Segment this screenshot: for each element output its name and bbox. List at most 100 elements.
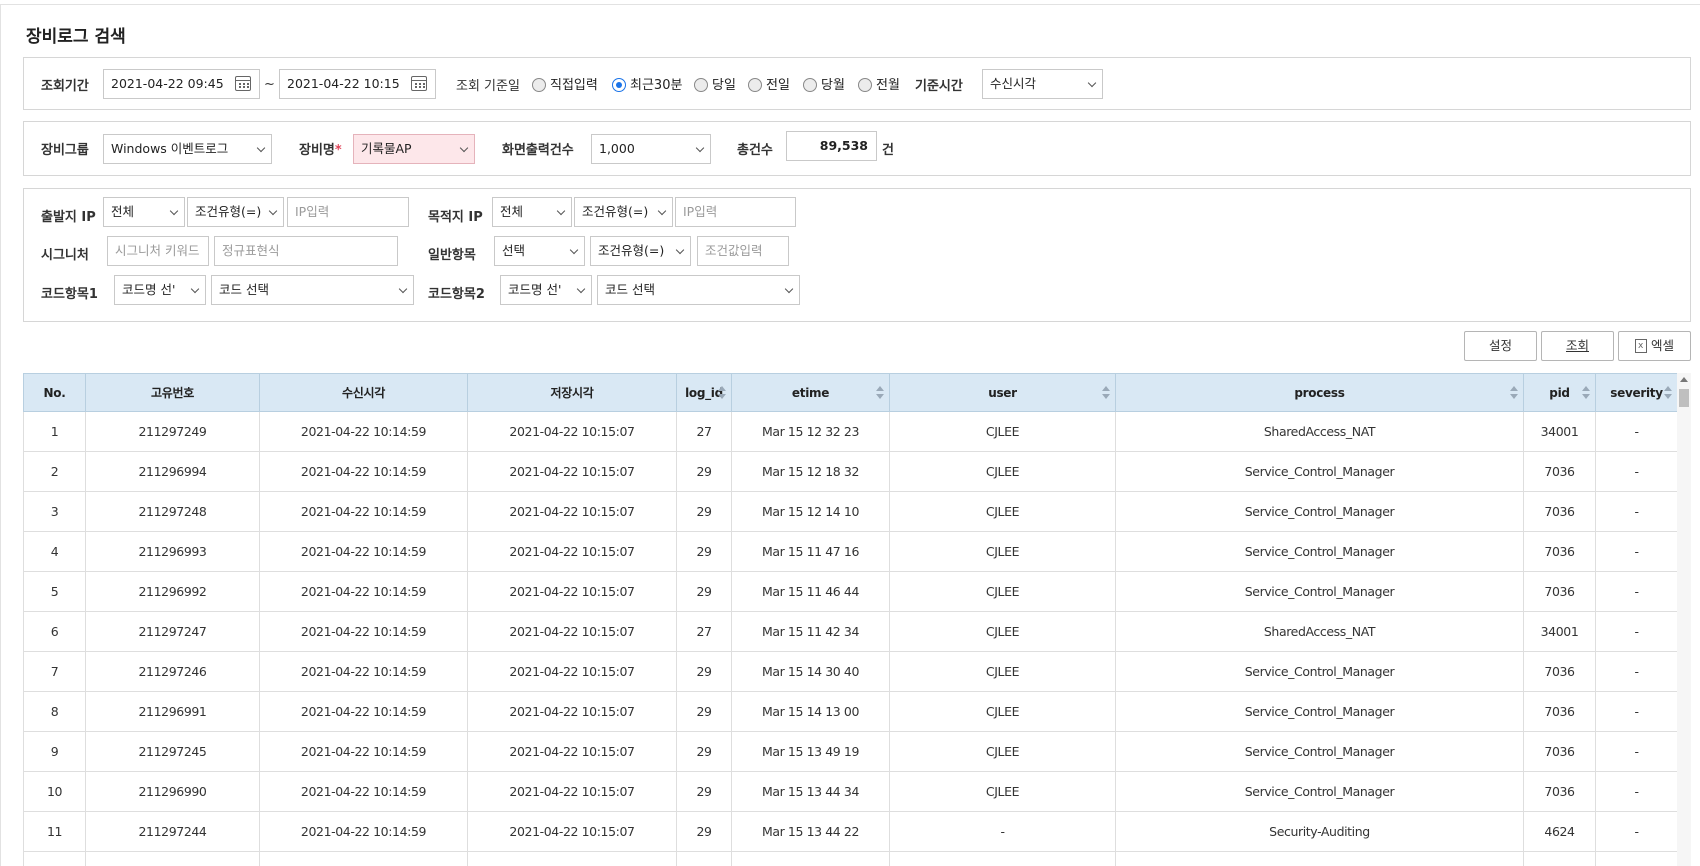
code2-name-select[interactable]: 코드명 선' bbox=[500, 275, 592, 305]
chevron-down-icon bbox=[398, 284, 408, 294]
table-cell: 2021-04-22 10:14:59 bbox=[259, 811, 468, 852]
table-cell: 2021-04-22 10:15:07 bbox=[467, 811, 677, 852]
radio-button-icon[interactable] bbox=[694, 78, 708, 92]
src-ip-input[interactable]: IP입력 bbox=[287, 197, 409, 227]
table-cell: - bbox=[1595, 411, 1677, 452]
dst-ip-scope-select[interactable]: 전체 bbox=[492, 197, 572, 227]
radio-option[interactable]: 당일 bbox=[694, 74, 736, 93]
sort-icon[interactable] bbox=[1102, 386, 1110, 400]
table-cell: 2021-04-22 10:15:07 bbox=[467, 851, 677, 866]
table-cell: 29 bbox=[676, 691, 732, 732]
scroll-up-arrow-icon[interactable] bbox=[1680, 377, 1688, 382]
sort-icon[interactable] bbox=[876, 386, 884, 400]
chevron-down-icon bbox=[1087, 78, 1097, 88]
table-cell: - bbox=[1595, 771, 1677, 812]
time-basis-value: 수신시각 bbox=[990, 76, 1037, 91]
time-basis-select[interactable]: 수신시각 bbox=[982, 69, 1103, 99]
table-cell: 2021-04-22 10:15:07 bbox=[467, 611, 677, 652]
table-cell: 1 bbox=[23, 411, 86, 452]
calendar-icon[interactable] bbox=[411, 76, 427, 91]
table-row[interactable]: 1 211297249 2021-04-22 10:14:59 2021-04-22 … bbox=[23, 411, 1677, 452]
table-cell: 7036 bbox=[1523, 491, 1596, 532]
table-row[interactable]: 4 211296993 2021-04-22 10:14:59 2021-04-22 … bbox=[23, 531, 1677, 572]
radio-option-label: 당월 bbox=[821, 78, 845, 93]
column-header[interactable]: etime bbox=[731, 373, 890, 412]
sort-icon[interactable] bbox=[1664, 386, 1672, 400]
table-cell: SharedAccess_NAT bbox=[1115, 411, 1524, 452]
dst-ip-input[interactable]: IP입력 bbox=[675, 197, 796, 227]
radio-option[interactable]: 전일 bbox=[748, 74, 790, 93]
signature-label: 시그니처 bbox=[41, 248, 89, 263]
signature-keyword-input[interactable]: 시그니처 키워드 bbox=[107, 236, 209, 266]
radio-option[interactable]: 직접입력 bbox=[532, 74, 598, 93]
table-row[interactable]: 11 211297244 2021-04-22 10:14:59 2021-04-22… bbox=[23, 811, 1677, 852]
src-ip-scope-select[interactable]: 전체 bbox=[103, 197, 185, 227]
sort-icon[interactable] bbox=[1582, 386, 1590, 400]
table-cell: - bbox=[1595, 651, 1677, 692]
column-header-label: severity bbox=[1610, 385, 1663, 400]
table-row[interactable]: 3 211297248 2021-04-22 10:14:59 2021-04-22 … bbox=[23, 491, 1677, 532]
excel-button[interactable]: 엑셀 bbox=[1618, 331, 1691, 361]
signature-regex-input[interactable]: 정규표현식 bbox=[214, 236, 398, 266]
settings-button[interactable]: 설정 bbox=[1464, 331, 1537, 361]
dst-ip-condition-select[interactable]: 조건유형(=) bbox=[574, 197, 673, 227]
column-header[interactable]: log_id bbox=[676, 373, 732, 412]
code2-code-select[interactable]: 코드 선택 bbox=[597, 275, 800, 305]
general-value-input[interactable]: 조건값입력 bbox=[697, 236, 789, 266]
table-cell: 2 bbox=[23, 451, 86, 492]
device-name-select[interactable]: 기록물AP bbox=[353, 134, 475, 164]
table-header-row: No. 고유번호 수신시각 저장시각 log_id etime user process pid… bbox=[23, 373, 1677, 412]
src-ip-condition-select[interactable]: 조건유형(=) bbox=[187, 197, 284, 227]
total-count-label: 총건수 bbox=[737, 143, 773, 158]
table-cell: - bbox=[1595, 571, 1677, 612]
date-to-input[interactable]: 2021-04-22 10:15 bbox=[279, 69, 436, 99]
code1-code-select[interactable]: 코드 선택 bbox=[211, 275, 414, 305]
column-header-label: 수신시각 bbox=[342, 386, 385, 400]
table-row[interactable]: 6 211297247 2021-04-22 10:14:59 2021-04-22 … bbox=[23, 611, 1677, 652]
radio-option[interactable]: 전월 bbox=[858, 74, 900, 93]
src-ip-scope-value: 전체 bbox=[111, 204, 135, 219]
radio-button-icon[interactable] bbox=[532, 78, 546, 92]
column-header[interactable]: process bbox=[1115, 373, 1524, 412]
table-cell: CJLEE bbox=[889, 651, 1116, 692]
table-cell: - bbox=[1595, 811, 1677, 852]
table-row[interactable]: 122112972432021-04-22 10:14:592021-04-22… bbox=[23, 851, 1677, 866]
column-header[interactable]: pid bbox=[1523, 373, 1596, 412]
table-cell: 211296991 bbox=[85, 691, 260, 732]
table-row[interactable]: 2 211296994 2021-04-22 10:14:59 2021-04-22 … bbox=[23, 451, 1677, 492]
date-from-input[interactable]: 2021-04-22 09:45 bbox=[103, 69, 260, 99]
radio-option[interactable]: 당월 bbox=[803, 74, 845, 93]
search-button[interactable]: 조회 bbox=[1541, 331, 1614, 361]
calendar-icon[interactable] bbox=[235, 76, 251, 91]
radio-button-icon[interactable] bbox=[858, 78, 872, 92]
scrollbar-thumb[interactable] bbox=[1679, 389, 1689, 407]
table-cell: 2021-04-22 10:14:59 bbox=[259, 491, 468, 532]
table-cell: 29 bbox=[676, 651, 732, 692]
table-vertical-scrollbar[interactable] bbox=[1677, 373, 1691, 866]
radio-option[interactable]: 최근30분 bbox=[612, 74, 682, 93]
table-row[interactable]: 9 211297245 2021-04-22 10:14:59 2021-04-22 … bbox=[23, 731, 1677, 772]
table-cell: - bbox=[889, 811, 1116, 852]
table-cell: - bbox=[1595, 731, 1677, 772]
column-header[interactable]: user bbox=[889, 373, 1116, 412]
table-cell: 211296994 bbox=[85, 451, 260, 492]
table-cell: 2021-04-22 10:14:59 bbox=[259, 611, 468, 652]
radio-button-icon[interactable] bbox=[803, 78, 817, 92]
device-group-select[interactable]: Windows 이벤트로그 bbox=[103, 134, 272, 164]
table-cell: CJLEE bbox=[889, 771, 1116, 812]
general-condition-select[interactable]: 조건유형(=) bbox=[590, 236, 691, 266]
column-header[interactable]: severity bbox=[1595, 373, 1677, 412]
rows-per-page-select[interactable]: 1,000 bbox=[591, 134, 711, 164]
table-cell: 211297246 bbox=[85, 651, 260, 692]
table-cell: 2021-04-22 10:14:59 bbox=[259, 411, 468, 452]
table-row[interactable]: 5 211296992 2021-04-22 10:14:59 2021-04-22 … bbox=[23, 571, 1677, 612]
radio-button-icon[interactable] bbox=[748, 78, 762, 92]
general-item-select[interactable]: 선택 bbox=[494, 236, 585, 266]
table-row[interactable]: 10 211296990 2021-04-22 10:14:59 2021-04-22… bbox=[23, 771, 1677, 812]
sort-icon[interactable] bbox=[718, 386, 726, 400]
sort-icon[interactable] bbox=[1510, 386, 1518, 400]
table-row[interactable]: 8 211296991 2021-04-22 10:14:59 2021-04-22 … bbox=[23, 691, 1677, 732]
table-row[interactable]: 7 211297246 2021-04-22 10:14:59 2021-04-22 … bbox=[23, 651, 1677, 692]
code1-name-select[interactable]: 코드명 선' bbox=[114, 275, 206, 305]
radio-button-icon[interactable] bbox=[612, 78, 626, 92]
